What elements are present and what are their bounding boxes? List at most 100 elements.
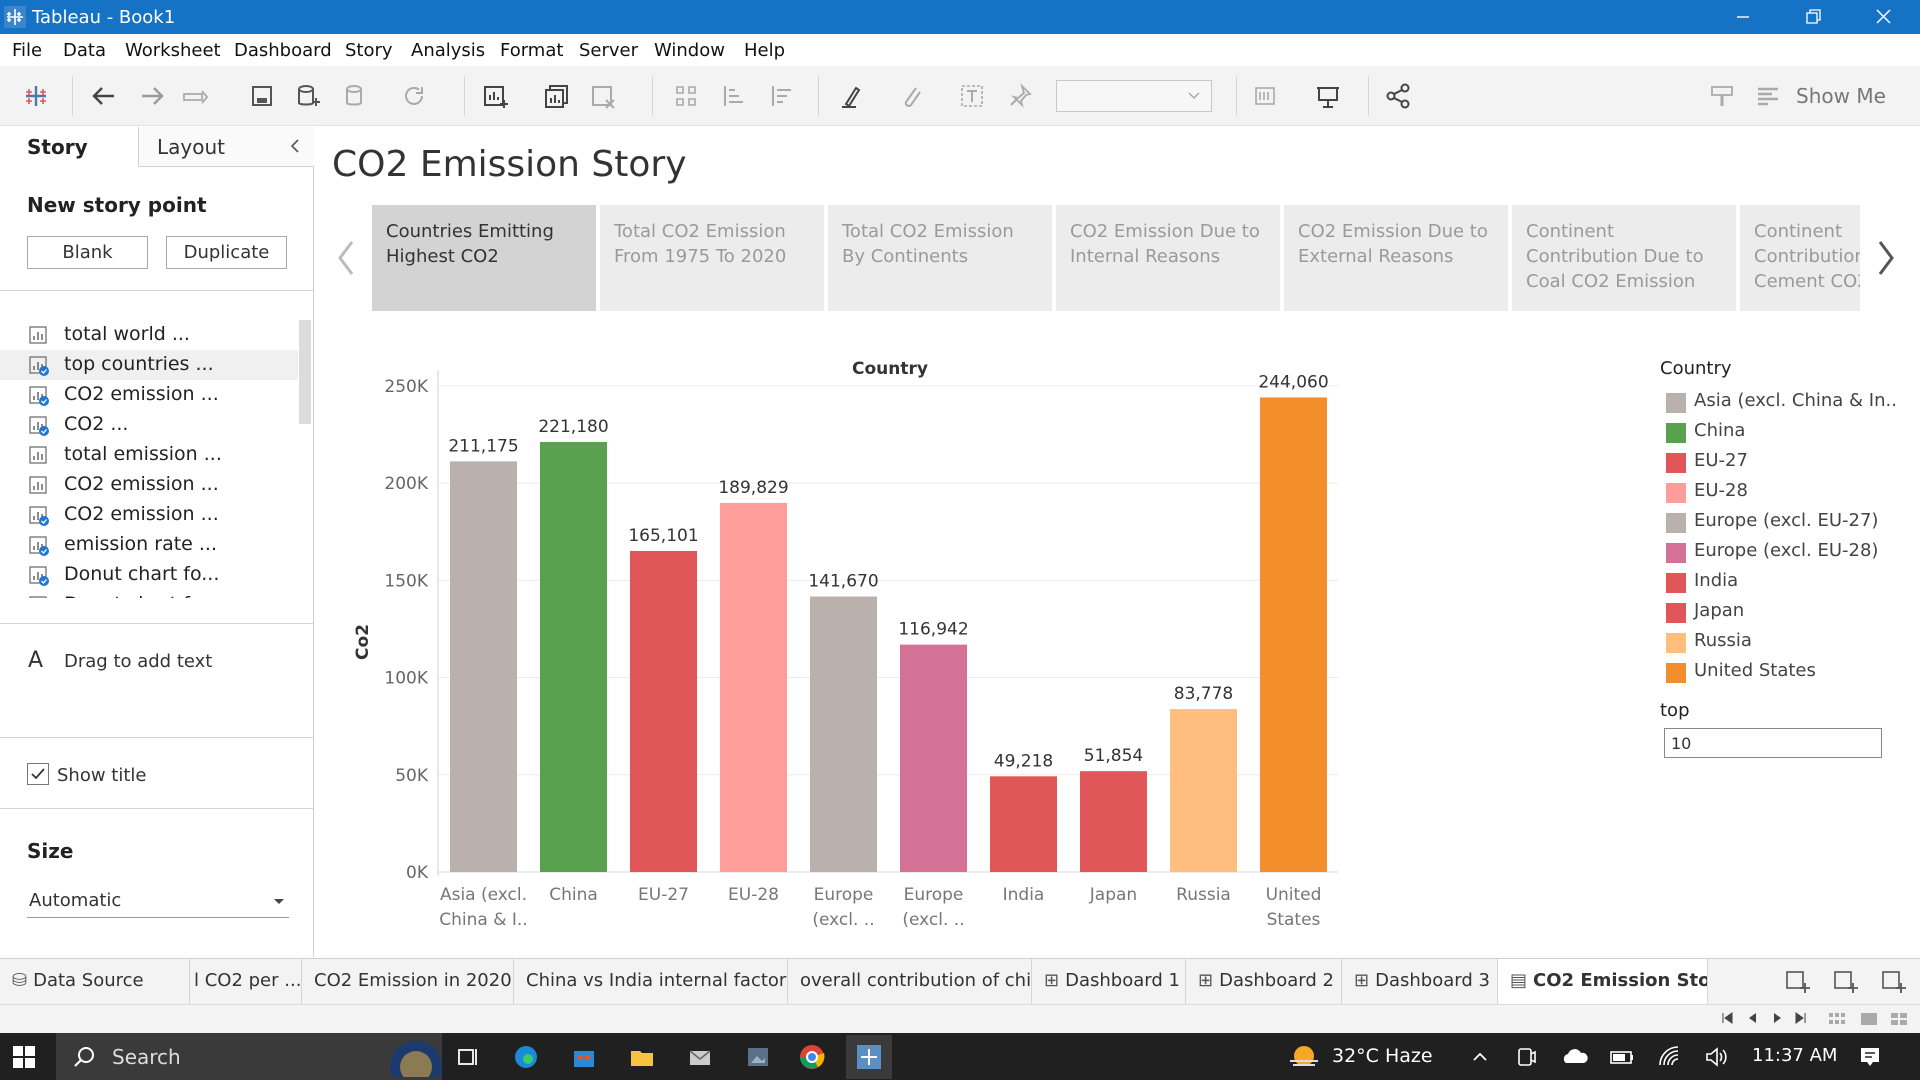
save-icon[interactable]	[244, 78, 280, 114]
tableau-start-icon[interactable]	[18, 78, 54, 114]
story-point-1[interactable]: Countries Emitting Highest CO2	[372, 205, 596, 311]
collapse-panel-icon[interactable]	[288, 137, 302, 155]
sort-ascending-icon[interactable]	[716, 78, 752, 114]
story-point-2[interactable]: Total CO2 Emission From 1975 To 2020	[600, 205, 824, 311]
bar[interactable]	[450, 461, 517, 872]
story-point-5[interactable]: CO2 Emission Due to External Reasons	[1284, 205, 1508, 311]
chrome-browser-icon[interactable]	[798, 1043, 826, 1071]
bar[interactable]	[900, 644, 967, 872]
new-worksheet-tab-icon[interactable]	[1784, 969, 1812, 995]
menu-server[interactable]: Server	[579, 40, 638, 61]
share-icon[interactable]	[1380, 78, 1416, 114]
clock-time[interactable]: 11:37 AM	[1752, 1045, 1837, 1066]
legend-item[interactable]: Russia	[1660, 627, 1900, 657]
sheet-tab[interactable]: China vs India internal factors	[514, 959, 788, 1005]
filmstrip-view-icon[interactable]	[1828, 1011, 1846, 1027]
menu-analysis[interactable]: Analysis	[411, 40, 485, 61]
edge-browser-icon[interactable]	[512, 1043, 540, 1071]
new-datasource-icon[interactable]	[290, 78, 326, 114]
highlight-icon[interactable]	[834, 78, 870, 114]
bar[interactable]	[540, 441, 607, 872]
battery-icon[interactable]	[1608, 1043, 1636, 1071]
show-cards-icon[interactable]	[1250, 78, 1286, 114]
show-mark-labels-icon[interactable]	[954, 78, 990, 114]
drag-to-add-text[interactable]: Drag to add text	[64, 651, 212, 672]
menu-format[interactable]: Format	[500, 40, 563, 61]
microsoft-store-icon[interactable]	[570, 1043, 598, 1071]
story-sheet-item[interactable]: Donut chart fo...	[0, 560, 298, 590]
story-sheet-item[interactable]: total world ...	[0, 320, 298, 350]
new-story-tab-icon[interactable]	[1880, 969, 1908, 995]
story-sheet-item[interactable]: CO2 emission ...	[0, 500, 298, 530]
replay-icon[interactable]	[178, 78, 214, 114]
legend-item[interactable]: Europe (excl. EU-28)	[1660, 537, 1900, 567]
bar[interactable]	[810, 596, 877, 872]
legend-item[interactable]: Europe (excl. EU-27)	[1660, 507, 1900, 537]
legend-item[interactable]: EU-28	[1660, 477, 1900, 507]
legend-item[interactable]: China	[1660, 417, 1900, 447]
previous-sheet-icon[interactable]	[1746, 1011, 1760, 1025]
top-parameter-input[interactable]	[1664, 728, 1882, 758]
sheet-tab[interactable]: CO2 Emission in 2020	[302, 959, 514, 1005]
bar[interactable]	[990, 776, 1057, 872]
sheet-tab[interactable]: ⊞ Dashboard 1	[1032, 959, 1186, 1005]
tabs-view-icon[interactable]	[1860, 1011, 1878, 1027]
weather-text[interactable]: 32°C Haze	[1332, 1045, 1433, 1067]
show-title-checkbox[interactable]	[27, 763, 49, 785]
story-point-7[interactable]: Continent Contribution Due to Cement CO2	[1740, 205, 1860, 311]
redo-icon[interactable]	[134, 78, 170, 114]
next-sheet-icon[interactable]	[1770, 1011, 1784, 1025]
swap-rows-columns-icon[interactable]	[668, 78, 704, 114]
menu-window[interactable]: Window	[654, 40, 725, 61]
sheet-tab[interactable]: ▤CO2 Emission Story	[1498, 959, 1708, 1005]
onedrive-cloud-icon[interactable]	[1560, 1043, 1592, 1071]
duplicate-sheet-icon[interactable]	[540, 78, 576, 114]
volume-icon[interactable]	[1702, 1043, 1730, 1071]
story-sheet-item[interactable]: CO2 emission ...	[0, 470, 298, 500]
new-worksheet-icon[interactable]	[478, 78, 514, 114]
legend-item[interactable]: United States	[1660, 657, 1900, 687]
taskbar-tableau-active[interactable]	[846, 1035, 892, 1079]
story-sheet-item[interactable]: total emission ...	[0, 440, 298, 470]
show-me-button[interactable]: Show Me	[1796, 84, 1886, 108]
sort-descending-icon[interactable]	[764, 78, 800, 114]
sheet-tab[interactable]: ⊞ Dashboard 2	[1186, 959, 1342, 1005]
format-painter-icon[interactable]	[1704, 78, 1740, 114]
taskbar-search-box[interactable]: Search	[56, 1033, 442, 1080]
fit-dropdown[interactable]	[1056, 80, 1212, 112]
file-explorer-icon[interactable]	[628, 1043, 656, 1071]
story-point-6[interactable]: Continent Contribution Due to Coal CO2 E…	[1512, 205, 1736, 311]
first-sheet-icon[interactable]	[1720, 1011, 1734, 1025]
sheet-list-scrollbar[interactable]	[299, 320, 311, 424]
bar[interactable]	[720, 502, 787, 872]
fix-axes-icon[interactable]	[1002, 78, 1038, 114]
new-dashboard-tab-icon[interactable]	[1832, 969, 1860, 995]
blank-button[interactable]: Blank	[27, 236, 148, 269]
pause-updates-icon[interactable]	[338, 78, 374, 114]
weather-sun-icon[interactable]	[1286, 1043, 1322, 1071]
close-window-button[interactable]	[1848, 0, 1918, 34]
group-members-icon[interactable]	[894, 78, 930, 114]
notifications-icon[interactable]	[1856, 1043, 1884, 1071]
mail-icon[interactable]	[686, 1043, 714, 1071]
story-sheet-item[interactable]: CO2 ...	[0, 410, 298, 440]
bar[interactable]	[1080, 771, 1147, 872]
menu-dashboard[interactable]: Dashboard	[234, 40, 332, 61]
menu-story[interactable]: Story	[345, 40, 393, 61]
duplicate-button[interactable]: Duplicate	[166, 236, 287, 269]
wifi-icon[interactable]	[1656, 1043, 1684, 1071]
menu-data[interactable]: Data	[63, 40, 106, 61]
story-point-4[interactable]: CO2 Emission Due to Internal Reasons	[1056, 205, 1280, 311]
bar[interactable]	[1170, 709, 1237, 872]
sorter-view-icon[interactable]	[1890, 1011, 1908, 1027]
presentation-mode-icon[interactable]	[1310, 78, 1346, 114]
story-sheet-item[interactable]: Donut chart fo...	[0, 590, 298, 598]
menu-worksheet[interactable]: Worksheet	[125, 40, 221, 61]
legend-item[interactable]: India	[1660, 567, 1900, 597]
clear-sheet-icon[interactable]	[586, 78, 622, 114]
photos-app-icon[interactable]	[744, 1043, 772, 1071]
sheet-tab[interactable]: l CO2 per ...	[190, 959, 302, 1005]
sheet-tab[interactable]: overall contribution of china in C...	[788, 959, 1032, 1005]
size-dropdown[interactable]: Automatic	[27, 884, 289, 918]
show-hidden-icons-icon[interactable]	[1466, 1043, 1494, 1071]
